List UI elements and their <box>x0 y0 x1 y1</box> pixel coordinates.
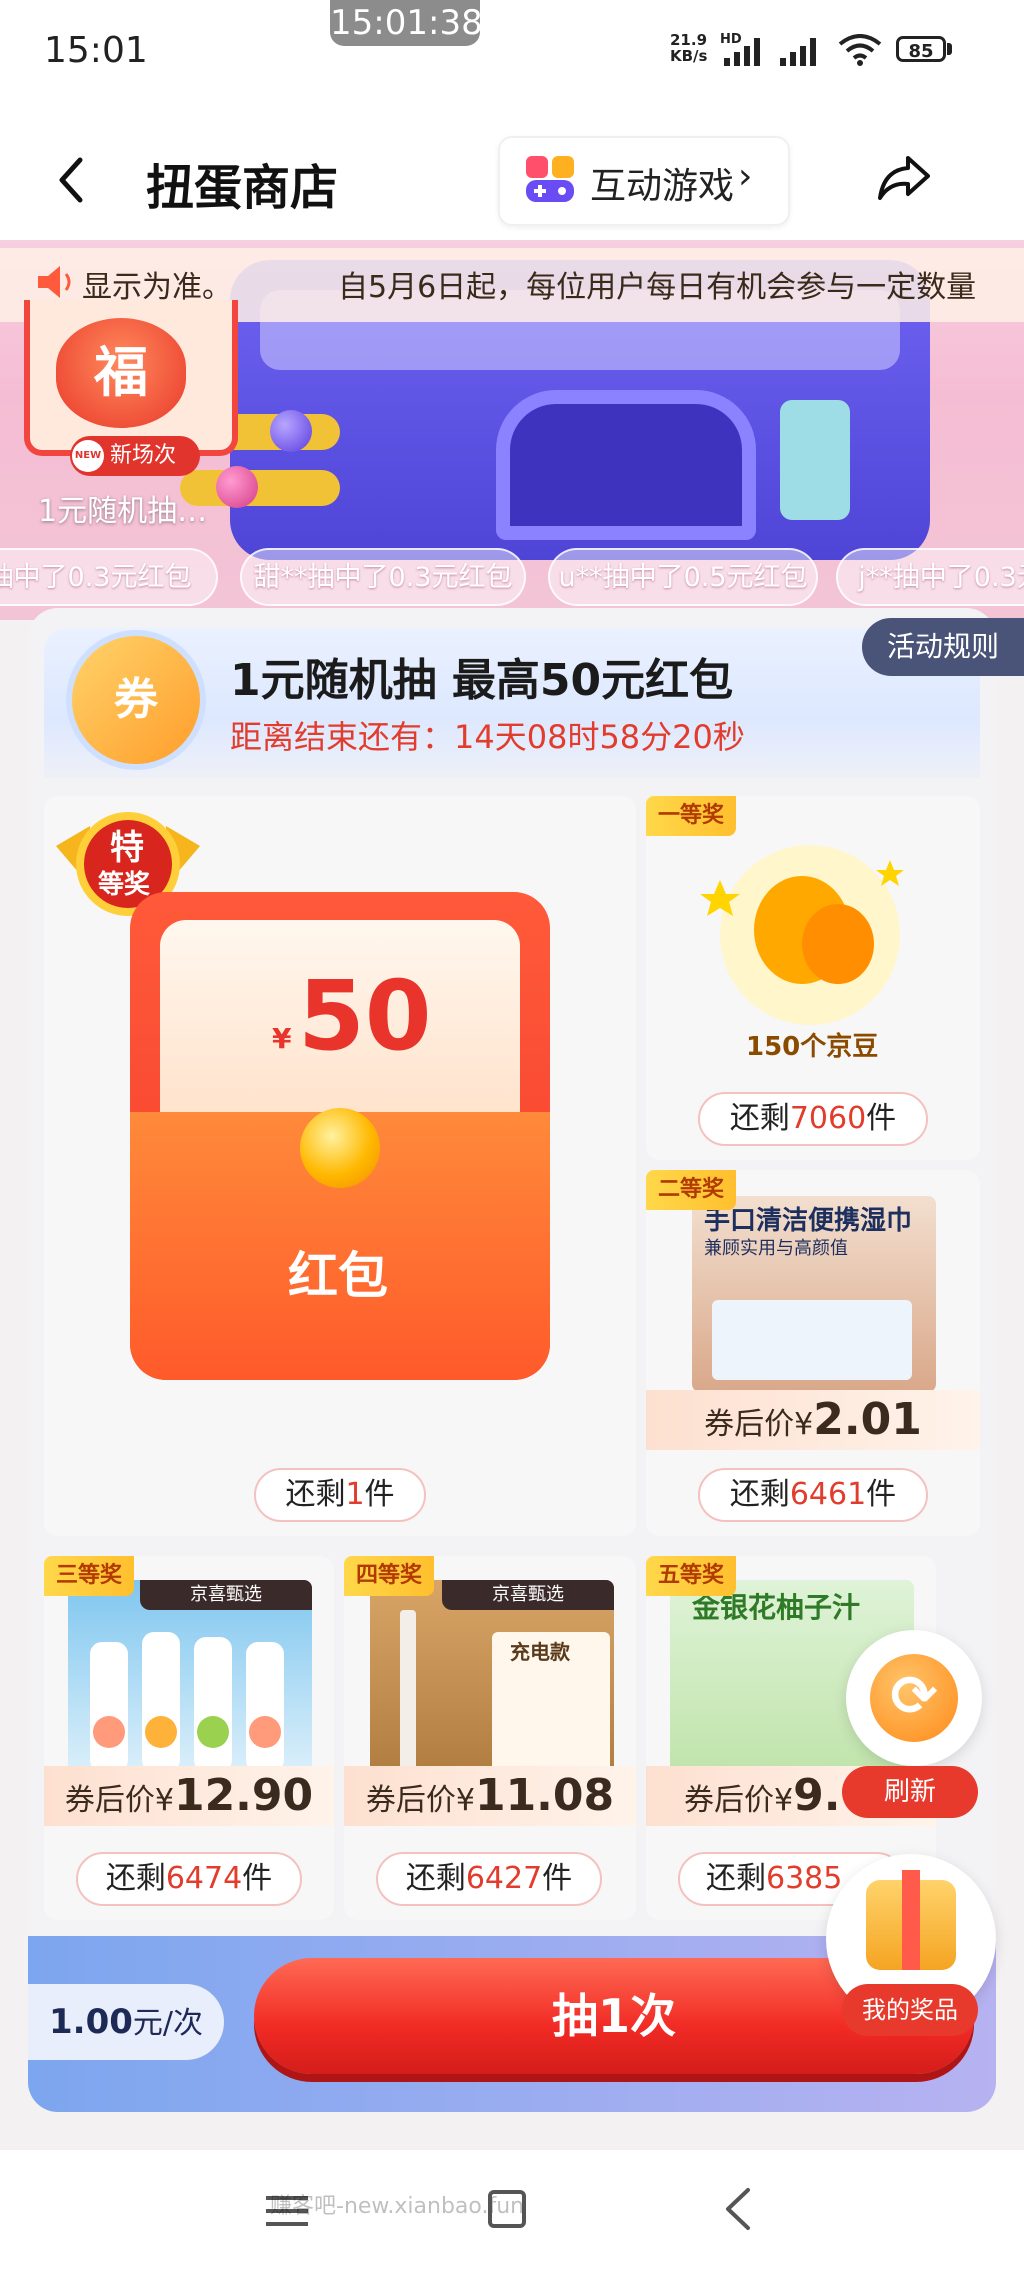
clock-pill: 15:01:38 <box>330 0 483 46</box>
second-prize-tag: 二等奖 <box>646 1170 737 1210</box>
third-remaining: 还剩6474件 <box>76 1852 302 1906</box>
first-remaining: 还剩7060件 <box>698 1092 928 1146</box>
status-time: 15:01 <box>44 30 148 71</box>
refresh-icon: ⟳ <box>870 1654 958 1742</box>
third-price: 券后价¥12.90 <box>44 1766 334 1826</box>
new-badge-icon: NEW <box>72 440 104 472</box>
red-envelope-amount: 50 <box>298 960 432 1072</box>
currency-symbol: ¥ <box>272 1022 292 1055</box>
coupon-icon: 券 <box>66 630 206 770</box>
battery-tip <box>947 43 952 55</box>
gift-ribbon <box>902 1870 920 1970</box>
jd-bean-icon <box>700 845 904 1025</box>
winner-ticker-item: u**抽中了0.5元红包 <box>548 548 818 606</box>
draw-price: 1.00元/次 <box>28 1984 224 2060</box>
page-title: 扭蛋商店 <box>146 160 339 216</box>
winner-ticker-item: 甜**抽中了0.3元红包 <box>240 548 526 606</box>
chevron-right-icon: › <box>738 156 753 197</box>
signal-icon <box>724 38 760 66</box>
fifth-prize-tag: 五等奖 <box>646 1556 737 1596</box>
second-remaining: 还剩6461件 <box>698 1468 928 1522</box>
second-product-title: 手口清洁便携湿巾 <box>704 1206 913 1236</box>
share-icon[interactable] <box>876 152 932 204</box>
third-prize-tag: 三等奖 <box>44 1556 135 1596</box>
winner-ticker-item: j**抽中了0.3元 <box>836 548 1024 606</box>
special-badge-line2: 等奖 <box>98 870 151 900</box>
capsule-ball <box>270 410 312 452</box>
back-arrow-icon[interactable] <box>50 150 90 210</box>
fourth-brand: 京喜甄选 <box>442 1580 614 1610</box>
lamp-pole <box>400 1610 416 1770</box>
wifi-icon <box>838 34 882 66</box>
my-prizes-label[interactable]: 我的奖品 <box>842 1984 978 2036</box>
lottery-title: 1元随机抽 最高50元红包 <box>230 655 734 706</box>
fourth-price: 券后价¥11.08 <box>344 1766 636 1826</box>
second-price: 券后价¥2.01 <box>646 1390 980 1450</box>
home-icon[interactable] <box>488 2190 526 2228</box>
machine-window <box>496 390 756 540</box>
battery-icon: 85 <box>896 36 946 62</box>
second-product-sub: 兼顾实用与高颜值 <box>704 1238 848 1259</box>
refresh-label[interactable]: 刷新 <box>842 1766 978 1818</box>
activity-rules-button[interactable]: 活动规则 <box>862 618 1024 676</box>
nav-back-icon[interactable] <box>720 2184 756 2234</box>
notice-text: 自5月6日起，每位用户每日有机会参与一定数量 <box>338 270 977 305</box>
third-brand: 京喜甄选 <box>140 1580 312 1610</box>
capsule-ball <box>216 466 258 508</box>
special-badge-line1: 特 <box>110 828 144 868</box>
red-envelope-label: 红包 <box>288 1247 388 1305</box>
net-speed: 21.9 KB/s <box>670 31 708 65</box>
watermark: 赚客吧-new.xianbao.fun <box>270 2194 525 2219</box>
signal-icon-2 <box>780 38 816 66</box>
speaker-icon <box>38 266 71 298</box>
fourth-prize-tag: 四等奖 <box>344 1556 435 1596</box>
fourth-remaining: 还剩6427件 <box>376 1852 602 1906</box>
first-prize-tag: 一等奖 <box>646 796 737 836</box>
wet-wipes-packs <box>712 1300 912 1380</box>
winner-ticker-item: 抽中了0.3元红包 <box>0 548 218 606</box>
fu-badge: 福 <box>56 318 186 428</box>
soda-bottles-icon <box>90 1632 284 1772</box>
fourth-product-title: 充电款 <box>510 1640 570 1664</box>
special-remaining: 还剩1件 <box>254 1468 426 1522</box>
session-label: 1元随机抽… <box>38 494 208 529</box>
gold-coin-icon <box>300 1108 380 1188</box>
machine-lever <box>780 400 850 520</box>
interactive-game-label: 互动游戏 <box>590 166 735 207</box>
first-prize-name: 150个京豆 <box>746 1032 879 1062</box>
countdown-timer: 距离结束还有：14天08时58分20秒 <box>230 718 745 756</box>
gamepad-icon <box>526 156 574 202</box>
